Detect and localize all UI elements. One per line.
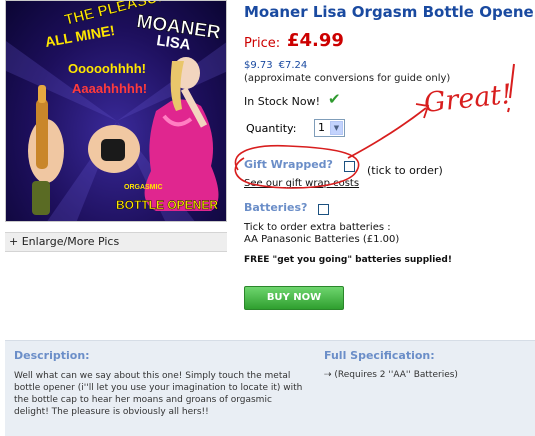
enlarge-pics-link[interactable]: + Enlarge/More Pics bbox=[5, 232, 227, 252]
product-image[interactable]: THE PLEASURE'S ALL MINE! MOANER LISA Ooo… bbox=[5, 0, 227, 222]
gift-wrap-checkbox[interactable] bbox=[344, 161, 355, 172]
description-text: Well what can we say about this one! Sim… bbox=[14, 371, 303, 417]
quantity-value: 1 bbox=[318, 121, 325, 134]
usd-price: $9.73 bbox=[244, 60, 273, 71]
price-label: Price: bbox=[244, 36, 281, 51]
checkmark-icon: ✔ bbox=[328, 90, 341, 108]
box-text-2: ALL MINE! bbox=[44, 22, 116, 50]
free-batteries-note: FREE "get you going" batteries supplied! bbox=[244, 255, 452, 265]
specification-heading: Full Specification: bbox=[324, 349, 435, 362]
description-heading: Description: bbox=[14, 349, 90, 362]
specification-item-text: (Requires 2 ''AA'' Batteries) bbox=[334, 370, 458, 380]
specification-item: ⇢ (Requires 2 ''AA'' Batteries) bbox=[324, 370, 458, 380]
box-sound-2: Aaaahhhhh! bbox=[72, 81, 147, 96]
box-brand-2: LISA bbox=[155, 32, 191, 54]
annotation-text: Great! bbox=[422, 79, 513, 119]
arrow-icon: ⇢ bbox=[324, 370, 335, 380]
box-bottom-1: ORGASMIC bbox=[124, 184, 163, 191]
batteries-text-1: Tick to order extra batteries : bbox=[244, 222, 391, 233]
batteries-label: Batteries? bbox=[244, 201, 308, 214]
eur-price: €7.24 bbox=[278, 60, 308, 71]
currency-conversions: $9.73 €7.24 bbox=[244, 60, 307, 71]
box-bottom-2: BOTTLE OPENER bbox=[116, 198, 218, 212]
gift-wrap-hint: (tick to order) bbox=[367, 164, 443, 177]
conversion-note: (approximate conversions for guide only) bbox=[244, 73, 451, 84]
buy-now-button[interactable]: BUY NOW bbox=[244, 286, 344, 310]
chevron-down-icon[interactable]: ▼ bbox=[330, 121, 343, 135]
box-sound-1: Ooooohhhh! bbox=[68, 61, 146, 76]
gift-wrap-costs-link[interactable]: See our gift wrap costs bbox=[244, 178, 359, 189]
price-value: £4.99 bbox=[287, 30, 344, 51]
batteries-text-2: AA Panasonic Batteries (£1.00) bbox=[244, 234, 400, 245]
gift-wrap-label: Gift Wrapped? bbox=[244, 158, 333, 171]
product-title: Moaner Lisa Orgasm Bottle Opener bbox=[244, 3, 535, 21]
stock-status: In Stock Now! bbox=[244, 95, 321, 108]
product-box-art: THE PLEASURE'S ALL MINE! MOANER LISA Ooo… bbox=[6, 1, 226, 221]
quantity-select[interactable]: 1 ▼ bbox=[314, 119, 345, 137]
quantity-label: Quantity: bbox=[246, 122, 297, 135]
batteries-checkbox[interactable] bbox=[318, 204, 329, 215]
